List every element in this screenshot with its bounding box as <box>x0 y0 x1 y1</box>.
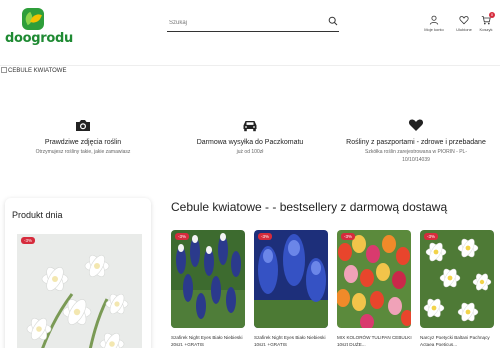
discount-badge: -3% <box>424 233 439 240</box>
product-of-day-title: Produkt dnia <box>12 210 63 220</box>
product-image[interactable]: -3% <box>337 230 411 328</box>
product-name[interactable]: Szafirek Night Eyes Biało Niebieski 20sz… <box>171 334 249 348</box>
cart-link[interactable]: 0 Koszyk <box>473 12 499 32</box>
feature-title: Darmowa wysyłka do Paczkomatu <box>196 139 304 146</box>
site-header: doogrodu Moje konto Ulubione <box>0 0 500 66</box>
account-label: Moje konto <box>424 27 444 32</box>
discount-badge: -3% <box>21 237 36 244</box>
feature-free-shipping: Darmowa wysyłka do Paczkomatu już od 100… <box>170 118 330 156</box>
narcissus-photo <box>420 230 494 328</box>
discount-badge: -3% <box>258 233 273 240</box>
product-of-day-image[interactable]: -3% <box>17 234 142 348</box>
product-name[interactable]: Narcyz Poetycki Baltani Pachnący Actaea … <box>420 334 498 348</box>
product-image[interactable]: -3% <box>420 230 494 328</box>
product-card[interactable]: -3% Szafirek Night Eyes Biało Niebieski … <box>254 230 328 348</box>
banner-alt-label: CEBULE KWIATOWE <box>8 68 67 74</box>
muscari-photo <box>171 230 245 328</box>
feature-real-photos: Prawdziwe zdjęcia roślin Otrzymujesz roś… <box>3 118 163 156</box>
broken-image-icon <box>1 67 7 73</box>
feature-title: Prawdziwe zdjęcia roślin <box>44 139 122 146</box>
feature-title: Rośliny z paszportami - zdrowe i przebad… <box>346 139 486 146</box>
discount-badge: -3% <box>341 233 356 240</box>
search-input[interactable] <box>169 16 319 29</box>
header-actions: Moje konto Ulubione 0 Koszyk <box>421 12 499 35</box>
camera-icon <box>76 120 90 131</box>
feature-subtitle: Szkółka roślin zarejestrowana w PIORIN -… <box>365 149 467 163</box>
banner-alt-text: CEBULE KWIATOWE <box>1 67 66 74</box>
product-name[interactable]: MIX KOLORÓW TULIPAN CEBULKI 10szt DUŻE..… <box>337 334 415 348</box>
feature-subtitle: już od 100zł <box>236 149 264 155</box>
logo-leaf-icon <box>22 8 44 30</box>
logo[interactable]: doogrodu <box>5 8 73 46</box>
product-card[interactable]: -3% Narcyz Poetycki Baltani Pachnący Act… <box>420 230 494 348</box>
user-icon <box>429 15 439 25</box>
product-card[interactable]: -3% MIX KOLORÓW TULIPAN CEBULKI 10szt DU… <box>337 230 412 348</box>
features-row: Prawdziwe zdjęcia roślin Otrzymujesz roś… <box>0 118 500 178</box>
search-bar <box>167 14 339 32</box>
account-link[interactable]: Moje konto <box>421 15 447 32</box>
feature-subtitle: Otrzymujesz rośliny takie, jakie zamawia… <box>35 149 131 155</box>
product-name[interactable]: Szafirek Night Eyes Biało Niebieski 10sz… <box>254 334 332 348</box>
cart-count-badge: 0 <box>489 12 495 18</box>
bestsellers-heading: Cebule kwiatowe - - bestsellery z darmow… <box>171 200 448 214</box>
muscari-photo <box>254 230 328 328</box>
product-card[interactable]: -3% Szafirek Night Eyes Biało Niebieski … <box>171 230 245 348</box>
narcissus-photo <box>17 234 142 348</box>
product-image[interactable]: -3% <box>254 230 328 328</box>
category-banner[interactable]: CEBULE KWIATOWE <box>0 66 500 76</box>
heart-outline-icon <box>459 16 469 25</box>
product-of-day-card[interactable]: Produkt dnia -3% <box>5 198 151 348</box>
logo-text: doogrodu <box>5 31 73 46</box>
feature-plant-passports: Rośliny z paszportami - zdrowe i przebad… <box>336 118 496 164</box>
product-image[interactable]: -3% <box>171 230 245 328</box>
search-icon[interactable] <box>328 16 338 26</box>
car-icon <box>243 121 257 132</box>
heart-icon <box>408 119 424 131</box>
cart-label: Koszyk <box>479 27 493 32</box>
discount-badge: -3% <box>175 233 190 240</box>
tulip-mix-photo <box>337 230 411 328</box>
